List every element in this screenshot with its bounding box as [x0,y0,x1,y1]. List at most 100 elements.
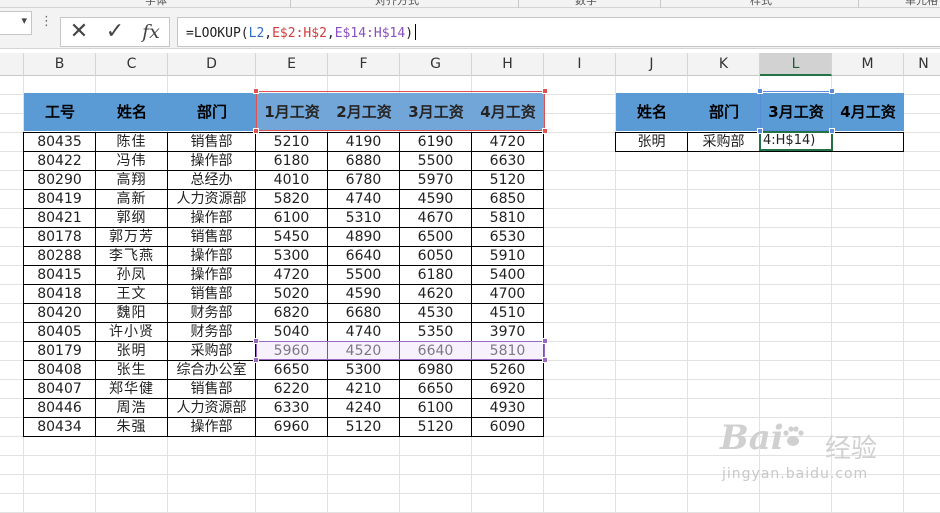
table-cell[interactable]: 5300 [327,360,400,380]
table-cell[interactable]: 6330 [255,398,328,418]
table-cell[interactable]: 6640 [327,246,400,266]
select-all-corner[interactable] [0,53,24,76]
table-cell[interactable]: 5970 [399,170,472,190]
table-cell[interactable]: 销售部 [167,379,256,399]
table-cell[interactable]: 5120 [327,417,400,437]
table-cell[interactable]: 80446 [23,398,96,418]
column-header-m[interactable]: M [832,53,904,76]
more-icon[interactable]: ⋮ [40,14,53,29]
selection-handle[interactable] [253,338,259,344]
table-cell[interactable]: 5810 [471,208,544,228]
table-cell[interactable]: 80434 [23,417,96,437]
table-cell[interactable]: 魏阳 [95,303,168,323]
table-cell[interactable]: 80435 [23,132,96,152]
table-cell[interactable]: 4590 [399,189,472,209]
active-cell[interactable]: 4:H$14) [759,131,833,151]
table-cell[interactable]: 周浩 [95,398,168,418]
table-cell[interactable]: 80290 [23,170,96,190]
table-cell[interactable]: 6180 [255,151,328,171]
table-cell[interactable]: 6630 [471,151,544,171]
table-cell[interactable]: 4620 [399,284,472,304]
column-header-c[interactable]: C [96,53,168,76]
column-header-n[interactable]: N [904,53,940,76]
table-cell[interactable]: 5500 [327,265,400,285]
table-cell[interactable]: 4700 [471,284,544,304]
table-cell[interactable]: 5310 [327,208,400,228]
column-header-g[interactable]: G [400,53,472,76]
table-cell[interactable]: 4190 [327,132,400,152]
table-cell[interactable]: 4530 [399,303,472,323]
table-cell[interactable]: 6880 [327,151,400,171]
table-cell[interactable]: 6180 [399,265,472,285]
table-cell[interactable]: 6050 [399,246,472,266]
lookup-header-cell[interactable]: 部门 [688,93,760,131]
table-cell[interactable]: 5820 [255,189,328,209]
column-header-f[interactable]: F [328,53,400,76]
table-cell[interactable]: 综合办公室 [167,360,256,380]
table-cell[interactable]: 5120 [399,417,472,437]
lookup-cell[interactable]: 张明 [615,132,688,152]
table-cell[interactable]: 操作部 [167,417,256,437]
column-header-d[interactable]: D [168,53,256,76]
table-header-cell[interactable]: 部门 [168,93,256,131]
table-cell[interactable]: 财务部 [167,322,256,342]
table-cell[interactable]: 6650 [255,360,328,380]
table-cell[interactable]: 6920 [471,379,544,399]
table-cell[interactable]: 张生 [95,360,168,380]
table-cell[interactable]: 销售部 [167,132,256,152]
table-cell[interactable]: 80408 [23,360,96,380]
table-cell[interactable]: 张明 [95,341,168,361]
table-cell[interactable]: 6090 [471,417,544,437]
table-cell[interactable]: 4670 [399,208,472,228]
table-cell[interactable]: 操作部 [167,246,256,266]
table-cell[interactable]: 80288 [23,246,96,266]
ribbon-group-number[interactable]: 数字 [575,0,597,8]
selection-handle[interactable] [253,357,259,363]
table-cell[interactable]: 4510 [471,303,544,323]
name-box[interactable]: ▾ [0,11,32,35]
selection-handle[interactable] [542,357,548,363]
table-cell[interactable]: 5210 [255,132,328,152]
selection-handle[interactable] [253,88,259,94]
selection-handle[interactable] [542,128,548,134]
table-cell[interactable]: 操作部 [167,265,256,285]
table-cell[interactable]: 4210 [327,379,400,399]
column-header-l[interactable]: L [760,53,832,76]
table-cell[interactable]: 5260 [471,360,544,380]
table-cell[interactable]: 操作部 [167,208,256,228]
table-cell[interactable]: 80407 [23,379,96,399]
table-cell[interactable]: 5120 [471,170,544,190]
table-cell[interactable]: 6100 [255,208,328,228]
table-cell[interactable]: 5040 [255,322,328,342]
selection-handle[interactable] [829,128,835,134]
table-cell[interactable]: 销售部 [167,284,256,304]
insert-function-icon[interactable]: fx [135,19,167,45]
table-cell[interactable]: 5020 [255,284,328,304]
column-header-e[interactable]: E [256,53,328,76]
table-cell[interactable]: 5300 [255,246,328,266]
table-cell[interactable]: 80418 [23,284,96,304]
table-cell[interactable]: 80422 [23,151,96,171]
table-cell[interactable]: 人力资源部 [167,398,256,418]
column-header-j[interactable]: J [616,53,688,76]
table-cell[interactable]: 6820 [255,303,328,323]
table-cell[interactable]: 6650 [399,379,472,399]
table-cell[interactable]: 许小贤 [95,322,168,342]
selection-handle[interactable] [829,88,835,94]
enter-icon[interactable]: ✓ [99,19,131,45]
table-cell[interactable]: 6960 [255,417,328,437]
lookup-header-cell[interactable]: 姓名 [616,93,688,131]
table-cell[interactable]: 郑华健 [95,379,168,399]
table-cell[interactable]: 4720 [471,132,544,152]
table-cell[interactable]: 6220 [255,379,328,399]
table-cell[interactable]: 总经办 [167,170,256,190]
column-header-h[interactable]: H [472,53,544,76]
table-cell[interactable]: 80179 [23,341,96,361]
table-cell[interactable]: 人力资源部 [167,189,256,209]
table-cell[interactable]: 80419 [23,189,96,209]
table-cell[interactable]: 采购部 [167,341,256,361]
table-cell[interactable]: 6190 [399,132,472,152]
table-cell[interactable]: 80421 [23,208,96,228]
table-cell[interactable]: 6850 [471,189,544,209]
table-cell[interactable]: 5500 [399,151,472,171]
